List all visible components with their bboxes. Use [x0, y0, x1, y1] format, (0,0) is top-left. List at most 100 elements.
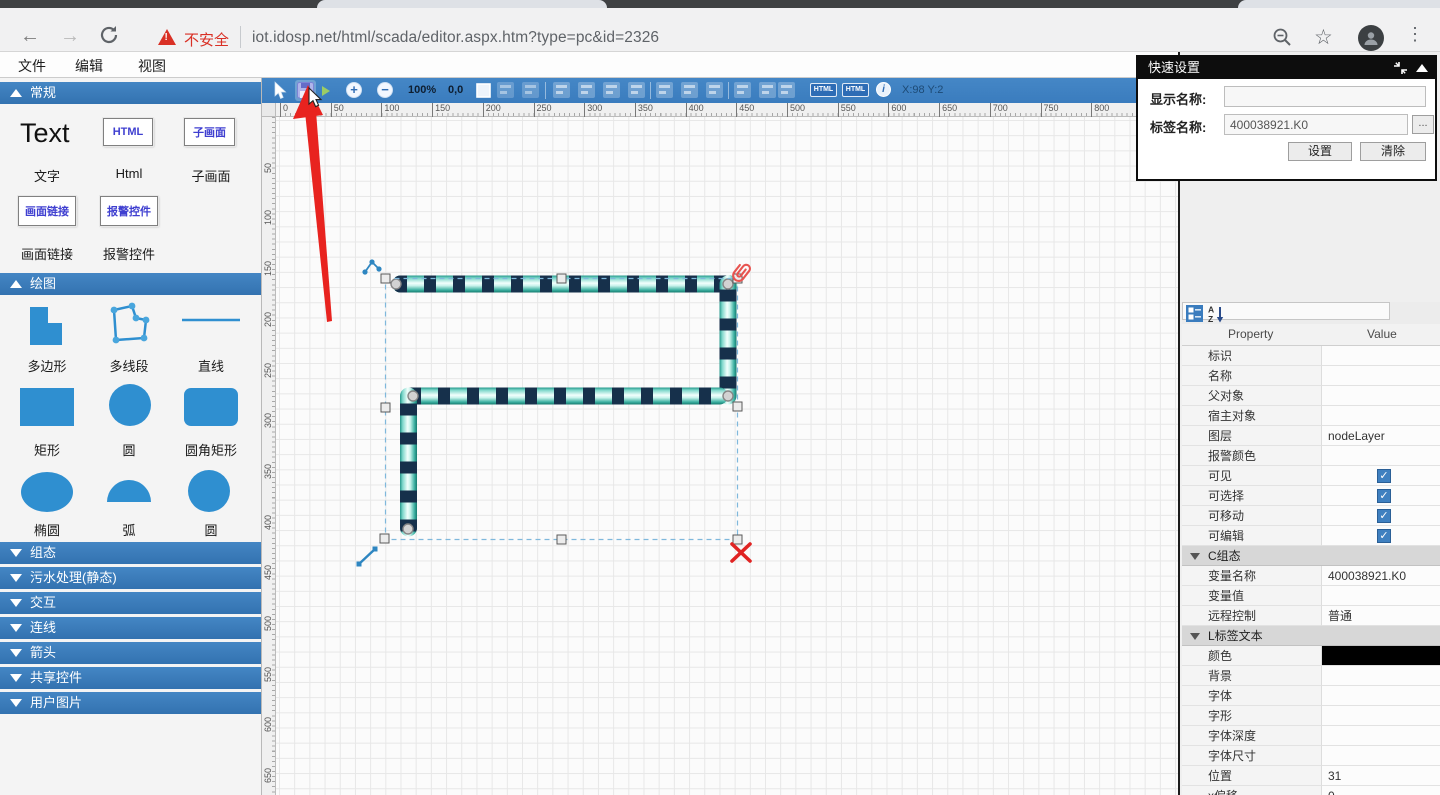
property-value[interactable]: 400038921.K0: [1322, 566, 1440, 586]
property-value[interactable]: [1322, 406, 1440, 426]
property-value[interactable]: ✓: [1322, 486, 1440, 506]
browser-back-button[interactable]: ←: [20, 26, 40, 46]
section-collapsed-2[interactable]: 交互: [0, 592, 261, 614]
categorized-view-icon[interactable]: [1186, 305, 1203, 322]
info-icon[interactable]: i: [876, 82, 891, 97]
line-tool-icon[interactable]: [180, 316, 242, 324]
bookmark-star-icon[interactable]: ☆: [1314, 25, 1333, 50]
zoom-indicator-icon[interactable]: [1272, 27, 1293, 48]
property-row[interactable]: 宿主对象: [1182, 406, 1440, 426]
property-row[interactable]: 名称: [1182, 366, 1440, 386]
property-checkbox[interactable]: ✓: [1377, 529, 1391, 543]
property-value[interactable]: ✓: [1322, 506, 1440, 526]
property-value[interactable]: [1322, 346, 1440, 366]
property-value[interactable]: 31: [1322, 766, 1440, 786]
property-value[interactable]: [1322, 646, 1440, 666]
browse-tag-button[interactable]: ...: [1412, 115, 1434, 134]
property-row[interactable]: 父对象: [1182, 386, 1440, 406]
property-section-header[interactable]: L标签文本: [1182, 626, 1440, 646]
dock-icon[interactable]: [1393, 61, 1408, 75]
property-row[interactable]: 可选择✓: [1182, 486, 1440, 506]
menu-file[interactable]: 文件: [18, 56, 46, 76]
browser-reload-icon[interactable]: [98, 24, 120, 46]
property-value[interactable]: [1322, 586, 1440, 606]
property-value[interactable]: [1322, 686, 1440, 706]
browser-forward-button[interactable]: →: [60, 26, 80, 46]
palette-screenlink-button[interactable]: 画面链接: [18, 196, 76, 226]
section-general-header[interactable]: 常规: [0, 82, 261, 104]
tag-name-input[interactable]: [1224, 114, 1408, 135]
property-row[interactable]: 可见✓: [1182, 466, 1440, 486]
property-row[interactable]: 字体: [1182, 686, 1440, 706]
polyline-tool-icon[interactable]: [102, 300, 158, 350]
palette-html-button[interactable]: HTML: [103, 118, 153, 146]
pointer-tool-icon[interactable]: [272, 81, 288, 100]
property-checkbox[interactable]: ✓: [1377, 509, 1391, 523]
circle2-tool-icon[interactable]: [186, 468, 232, 514]
color-swatch[interactable]: [1322, 646, 1440, 665]
palette-text-preview[interactable]: Text: [20, 118, 70, 149]
property-row[interactable]: x偏移0: [1182, 786, 1440, 795]
arc-tool-icon[interactable]: [104, 476, 154, 504]
section-collapsed-3[interactable]: 连线: [0, 617, 261, 639]
rect-tool-icon[interactable]: [18, 386, 76, 428]
palette-alarm-button[interactable]: 报警控件: [100, 196, 158, 226]
property-row[interactable]: C组态: [1182, 546, 1440, 566]
property-value[interactable]: [1322, 746, 1440, 766]
quick-settings-titlebar[interactable]: 快速设置: [1138, 57, 1435, 79]
section-collapsed-6[interactable]: 用户图片: [0, 692, 261, 714]
palette-subscreen-button[interactable]: 子画面: [184, 118, 235, 146]
zoom-out-button[interactable]: −: [377, 82, 393, 98]
property-row[interactable]: 变量值: [1182, 586, 1440, 606]
clear-button[interactable]: 清除: [1360, 142, 1426, 161]
property-value[interactable]: ✓: [1322, 466, 1440, 486]
property-checkbox[interactable]: ✓: [1377, 469, 1391, 483]
property-row[interactable]: 字形: [1182, 706, 1440, 726]
polygon-tool-icon[interactable]: [22, 303, 72, 349]
property-row[interactable]: 可编辑✓: [1182, 526, 1440, 546]
property-row[interactable]: 报警颜色: [1182, 446, 1440, 466]
circle-tool-icon[interactable]: [107, 382, 153, 428]
menu-edit[interactable]: 编辑: [75, 56, 103, 76]
run-play-icon[interactable]: [321, 85, 331, 97]
property-row[interactable]: 图层nodeLayer: [1182, 426, 1440, 446]
zoom-in-button[interactable]: +: [346, 82, 362, 98]
property-value[interactable]: 普通: [1322, 606, 1440, 626]
section-draw-header[interactable]: 绘图: [0, 273, 261, 295]
section-collapsed-1[interactable]: 污水处理(静态): [0, 567, 261, 589]
rounded-rect-tool-icon[interactable]: [182, 386, 240, 428]
collapse-panel-icon[interactable]: [1416, 64, 1428, 72]
security-warning-label[interactable]: 不安全: [184, 29, 229, 50]
property-row[interactable]: 标识: [1182, 346, 1440, 366]
property-row[interactable]: 远程控制普通: [1182, 606, 1440, 626]
property-value[interactable]: [1322, 446, 1440, 466]
property-row[interactable]: 字体深度: [1182, 726, 1440, 746]
html-preview-button[interactable]: HTML: [842, 83, 869, 97]
ellipse-tool-icon[interactable]: [18, 470, 76, 514]
html-export-button[interactable]: HTML: [810, 83, 837, 97]
property-value[interactable]: ✓: [1322, 526, 1440, 546]
browser-menu-icon[interactable]: ⋮: [1406, 24, 1424, 45]
profile-avatar[interactable]: [1358, 25, 1384, 51]
property-value[interactable]: [1322, 366, 1440, 386]
section-collapsed-5[interactable]: 共享控件: [0, 667, 261, 689]
property-value[interactable]: [1322, 666, 1440, 686]
property-value[interactable]: [1322, 386, 1440, 406]
display-name-input[interactable]: [1224, 86, 1426, 107]
property-row[interactable]: 颜色: [1182, 646, 1440, 666]
property-row[interactable]: 可移动✓: [1182, 506, 1440, 526]
drawing-canvas[interactable]: [276, 117, 1178, 795]
property-value[interactable]: [1322, 706, 1440, 726]
menu-view[interactable]: 视图: [138, 56, 166, 76]
section-collapsed-0[interactable]: 组态: [0, 542, 261, 564]
section-collapsed-4[interactable]: 箭头: [0, 642, 261, 664]
property-value[interactable]: nodeLayer: [1322, 426, 1440, 446]
property-row[interactable]: L标签文本: [1182, 626, 1440, 646]
security-warning-icon[interactable]: [158, 29, 176, 45]
save-button[interactable]: [295, 80, 316, 101]
property-section-header[interactable]: C组态: [1182, 546, 1440, 566]
property-row[interactable]: 位置31: [1182, 766, 1440, 786]
browser-tab-right[interactable]: [1238, 0, 1440, 8]
property-checkbox[interactable]: ✓: [1377, 489, 1391, 503]
az-sort-icon[interactable]: A Z: [1207, 304, 1225, 323]
